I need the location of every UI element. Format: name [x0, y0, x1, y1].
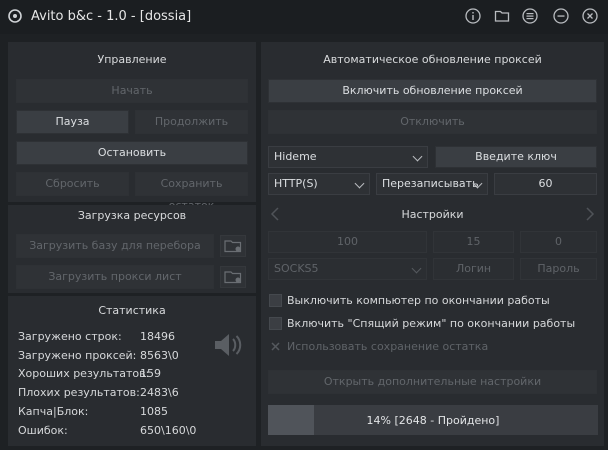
chevron-down-icon [411, 263, 422, 274]
minimize-icon[interactable] [553, 8, 569, 24]
save-rest-checkbox[interactable] [269, 340, 282, 353]
proxy-provider-select[interactable]: Hideme [268, 146, 428, 168]
stat-value: 650\160\0 [140, 424, 197, 437]
close-icon[interactable] [582, 8, 598, 24]
open-folder-icon[interactable] [220, 235, 246, 257]
update-mode-value: Перезаписывать [382, 177, 479, 190]
proxy-provider-value: Hideme [274, 150, 317, 163]
reset-button[interactable]: Сбросить [16, 172, 129, 196]
menu-icon[interactable] [522, 8, 538, 24]
progress-bar: 14% [2648 - Пройдено] [268, 405, 598, 435]
stat-label: Загружено строк: [18, 330, 122, 343]
stat-value: 159 [140, 367, 161, 380]
stat-value: 1085 [140, 405, 168, 418]
app-logo-icon [8, 9, 22, 23]
proxy-update-title: Автоматическое обновление проксей [323, 53, 542, 66]
folder-icon[interactable] [494, 8, 510, 24]
interval-input[interactable]: 60 [494, 173, 597, 195]
stat-value: 2483\6 [140, 386, 179, 399]
disable-proxy-update-button[interactable]: Отключить [268, 110, 597, 134]
stat-value: 18496 [140, 330, 175, 343]
stat-label: Загружено проксей: [18, 349, 137, 362]
pause-button[interactable]: Пауза [16, 110, 129, 134]
window-title: Avito b&c - 1.0 - [dossia] [31, 9, 192, 24]
enable-proxy-update-button[interactable]: Включить обновление проксей [268, 79, 597, 103]
stat-label: Хороших результатов: [18, 367, 150, 380]
chevron-down-icon [412, 151, 423, 162]
save-rest-label: Использовать сохранение остатка [287, 340, 489, 353]
stat-label: Ошибок: [18, 424, 68, 437]
stat-label: Плохих результатов: [18, 386, 140, 399]
open-folder-icon[interactable] [220, 266, 246, 288]
login-input[interactable]: Логин [433, 258, 514, 280]
protocol-value: HTTP(S) [274, 177, 318, 190]
update-mode-select[interactable]: Перезаписывать [376, 173, 488, 195]
resume-button[interactable]: Продолжить [135, 110, 248, 134]
progress-text: 14% [2648 - Пройдено] [366, 414, 500, 427]
stat-value: 8563\0 [140, 349, 179, 362]
sleep-mode-label: Включить "Спящий режим" по окончании раб… [287, 317, 576, 330]
save-rest-button[interactable]: Сохранить остаток [135, 172, 248, 212]
control-title: Управление [97, 53, 167, 66]
load-proxy-button[interactable]: Загрузить прокси лист [16, 265, 214, 289]
settings-title: Настройки [401, 208, 464, 221]
sleep-mode-checkbox[interactable] [269, 317, 282, 330]
advanced-settings-button[interactable]: Открыть дополнительные настройки [268, 370, 597, 394]
timeout-input[interactable]: 15 [433, 231, 514, 253]
speaker-icon[interactable] [213, 330, 245, 360]
retries-input[interactable]: 0 [520, 231, 597, 253]
protocol-select[interactable]: HTTP(S) [268, 173, 370, 195]
proxy-type-value: SOCKS5 [274, 262, 319, 275]
enter-key-button[interactable]: Введите ключ [435, 146, 597, 168]
password-input[interactable]: Пароль [520, 258, 597, 280]
load-base-button[interactable]: Загрузить базу для перебора [16, 234, 214, 258]
info-icon[interactable] [465, 8, 481, 24]
start-button[interactable]: Начать [16, 79, 248, 103]
chevron-down-icon [354, 178, 365, 189]
stop-button[interactable]: Остановить [16, 141, 248, 165]
shutdown-checkbox[interactable] [269, 294, 282, 307]
chevron-right-icon[interactable] [585, 207, 595, 221]
stat-label: Капча|Блок: [18, 405, 89, 418]
proxy-type-select[interactable]: SOCKS5 [268, 258, 427, 280]
resources-title: Загрузка ресурсов [77, 209, 187, 222]
stats-title: Статистика [98, 304, 166, 317]
threads-input[interactable]: 100 [268, 231, 427, 253]
shutdown-label: Выключить компьютер по окончании работы [287, 294, 550, 307]
title-bar: Avito b&c - 1.0 - [dossia] [0, 0, 608, 34]
